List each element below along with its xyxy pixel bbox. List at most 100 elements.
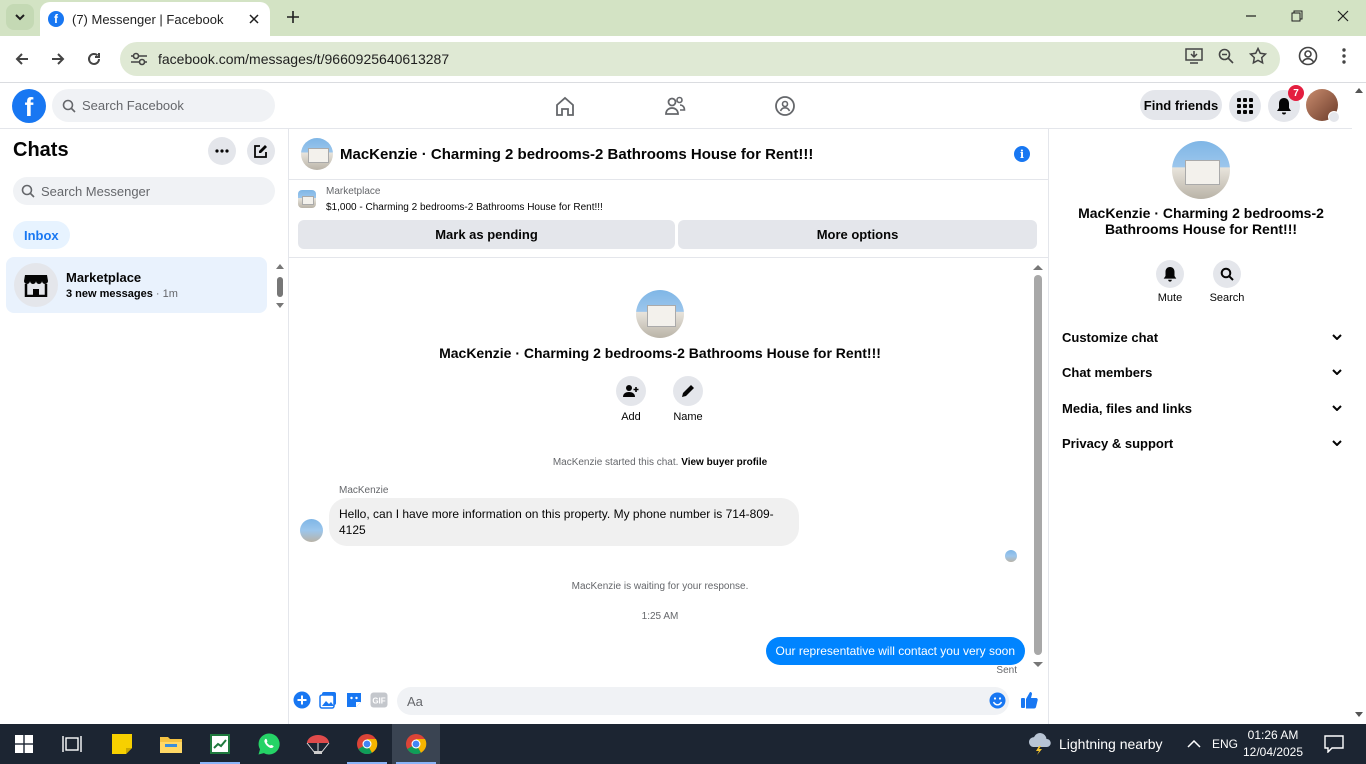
restore-button[interactable] bbox=[1274, 0, 1320, 32]
listing-title[interactable]: $1,000 - Charming 2 bedrooms-2 Bathrooms… bbox=[326, 202, 603, 213]
chat-members-section[interactable]: Chat members bbox=[1062, 361, 1342, 383]
weather-widget[interactable] bbox=[1016, 724, 1064, 764]
site-settings-icon[interactable] bbox=[130, 52, 150, 66]
thread-scrollbar[interactable] bbox=[1033, 263, 1043, 669]
search-messenger-input[interactable]: Search Messenger bbox=[13, 177, 275, 205]
find-friends-button[interactable]: Find friends bbox=[1140, 90, 1222, 120]
more-options-button[interactable]: More options bbox=[678, 220, 1037, 249]
menu-grid-button[interactable] bbox=[1229, 90, 1261, 122]
forward-button[interactable] bbox=[45, 46, 71, 72]
mark-as-pending-button[interactable]: Mark as pending bbox=[298, 220, 675, 249]
sticker-icon[interactable] bbox=[344, 690, 364, 710]
chat-list-scrollbar[interactable] bbox=[276, 263, 284, 309]
edit-name-button[interactable]: Name bbox=[668, 376, 708, 423]
plus-circle-icon[interactable] bbox=[292, 690, 312, 710]
whatsapp-icon bbox=[258, 733, 280, 755]
arrow-right-icon bbox=[52, 53, 65, 65]
restore-icon bbox=[1291, 10, 1303, 22]
chat-item-preview: 3 new messages bbox=[66, 288, 153, 300]
chevron-down-icon bbox=[1332, 440, 1342, 446]
browser-menu-icon[interactable] bbox=[1333, 45, 1355, 67]
incoming-message-bubble[interactable]: Hello, can I have more information on th… bbox=[329, 498, 799, 546]
chat-item-name: Marketplace bbox=[66, 270, 142, 285]
gif-icon[interactable]: GIF bbox=[369, 690, 389, 710]
inbox-filter-tab[interactable]: Inbox bbox=[13, 221, 70, 249]
privacy-support-section[interactable]: Privacy & support bbox=[1062, 432, 1342, 454]
chevron-down-icon bbox=[1332, 369, 1342, 375]
close-window-button[interactable] bbox=[1320, 0, 1366, 32]
photo-icon[interactable] bbox=[318, 690, 338, 710]
view-buyer-profile-link[interactable]: View buyer profile bbox=[681, 457, 767, 468]
facebook-search-input[interactable]: Search Facebook bbox=[52, 89, 275, 122]
add-people-button[interactable]: Add bbox=[611, 376, 651, 423]
customize-chat-section[interactable]: Customize chat bbox=[1062, 326, 1342, 348]
sender-avatar[interactable] bbox=[300, 519, 323, 542]
message-input[interactable]: Aa bbox=[397, 687, 1009, 715]
spreadsheet-app[interactable] bbox=[196, 724, 244, 764]
listing-thumbnail[interactable] bbox=[301, 138, 333, 170]
conversation-avatar bbox=[636, 290, 684, 338]
sticky-notes-icon bbox=[112, 734, 132, 754]
sticky-notes-app[interactable] bbox=[98, 724, 146, 764]
url-text: facebook.com/messages/t/9660925640613287 bbox=[158, 51, 450, 67]
conversation-panel: MacKenzie · Charming 2 bedrooms-2 Bathro… bbox=[289, 129, 1048, 724]
notification-center-button[interactable] bbox=[1310, 724, 1358, 764]
install-app-icon[interactable] bbox=[1183, 45, 1205, 67]
friends-icon[interactable] bbox=[663, 94, 687, 118]
chat-started-notice: MacKenzie started this chat. View buyer … bbox=[289, 457, 1031, 468]
bookmark-star-icon[interactable] bbox=[1247, 45, 1269, 67]
app-parachute[interactable] bbox=[294, 724, 342, 764]
thumbs-up-icon[interactable] bbox=[1019, 690, 1039, 710]
minimize-button[interactable] bbox=[1228, 0, 1274, 32]
file-explorer-app[interactable] bbox=[147, 724, 195, 764]
new-message-button[interactable] bbox=[247, 137, 275, 165]
chrome-profile-app[interactable] bbox=[392, 724, 440, 764]
add-label: Add bbox=[621, 411, 641, 423]
media-files-links-section[interactable]: Media, files and links bbox=[1062, 397, 1342, 419]
home-icon[interactable] bbox=[553, 94, 577, 118]
chrome-app[interactable] bbox=[343, 724, 391, 764]
marketplace-listing-strip: Marketplace $1,000 - Charming 2 bedrooms… bbox=[289, 181, 1048, 258]
name-label: Name bbox=[673, 411, 703, 423]
account-avatar[interactable] bbox=[1306, 89, 1340, 123]
windows-taskbar: Lightning nearby ENG 01:26 AM 12/04/2025 bbox=[0, 724, 1366, 764]
outgoing-message-bubble[interactable]: Our representative will contact you very… bbox=[765, 637, 1025, 665]
facebook-logo-icon[interactable]: f bbox=[12, 89, 46, 123]
reload-button[interactable] bbox=[81, 46, 107, 72]
browser-tab-messenger[interactable]: f (7) Messenger | Facebook bbox=[40, 2, 270, 36]
chevron-up-icon bbox=[1187, 740, 1201, 748]
message-composer: GIF Aa bbox=[289, 681, 1048, 721]
address-bar[interactable]: facebook.com/messages/t/9660925640613287 bbox=[120, 42, 1280, 76]
whatsapp-app[interactable] bbox=[245, 724, 293, 764]
mute-button[interactable]: Mute bbox=[1145, 260, 1195, 304]
arrow-left-icon bbox=[15, 53, 28, 65]
back-button[interactable] bbox=[9, 46, 35, 72]
page-scrollbar[interactable] bbox=[1352, 83, 1366, 724]
parachute-icon bbox=[306, 735, 330, 754]
conversation-title[interactable]: MacKenzie · Charming 2 bedrooms-2 Bathro… bbox=[340, 146, 813, 163]
search-in-chat-button[interactable]: Search bbox=[1202, 260, 1252, 304]
input-language[interactable]: ENG bbox=[1212, 724, 1238, 764]
zoom-icon[interactable] bbox=[1215, 45, 1237, 67]
system-clock[interactable]: 01:26 AM 12/04/2025 bbox=[1238, 727, 1308, 761]
chat-list-item[interactable]: Marketplace 3 new messages · 1m bbox=[6, 257, 267, 313]
mute-label: Mute bbox=[1157, 292, 1183, 304]
start-button[interactable] bbox=[0, 724, 48, 764]
scrollbar-thumb[interactable] bbox=[1034, 275, 1042, 655]
weather-text[interactable]: Lightning nearby bbox=[1059, 724, 1163, 764]
info-icon[interactable]: i bbox=[1014, 146, 1030, 162]
chat-item-time: · 1m bbox=[152, 288, 178, 300]
facebook-search-placeholder: Search Facebook bbox=[82, 98, 184, 113]
tab-search-button[interactable] bbox=[6, 4, 34, 30]
listing-small-thumbnail[interactable] bbox=[298, 190, 316, 208]
read-receipt-avatar bbox=[1005, 550, 1017, 562]
emoji-icon[interactable] bbox=[987, 690, 1007, 710]
svg-text:GIF: GIF bbox=[372, 697, 385, 706]
chats-options-button[interactable] bbox=[208, 137, 236, 165]
profile-icon[interactable] bbox=[1297, 45, 1319, 67]
close-tab-icon[interactable] bbox=[246, 11, 262, 27]
groups-icon[interactable] bbox=[773, 94, 797, 118]
new-tab-button[interactable] bbox=[282, 6, 304, 28]
task-view-button[interactable] bbox=[48, 724, 96, 764]
show-hidden-icons-button[interactable] bbox=[1170, 724, 1218, 764]
